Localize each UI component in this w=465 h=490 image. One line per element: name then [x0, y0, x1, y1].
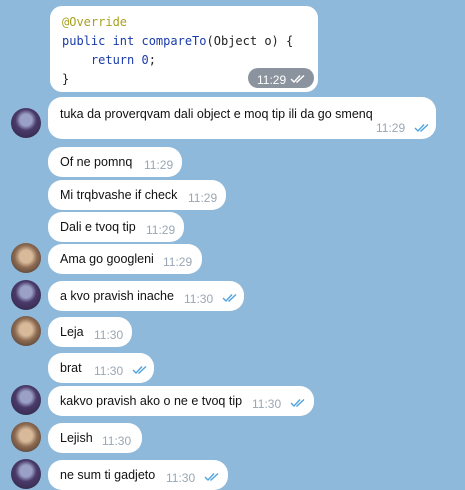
- message-timestamp: 11:29: [248, 68, 314, 88]
- avatar[interactable]: [11, 280, 41, 310]
- chat-message[interactable]: Ama go googleni 11:29: [48, 244, 202, 274]
- chat-message[interactable]: Dali e tvoq tip 11:29: [48, 212, 184, 242]
- chat-message[interactable]: Of ne pomnq 11:29: [48, 147, 182, 177]
- code-line-2: public int compareTo(Object o) {: [62, 34, 294, 48]
- avatar[interactable]: [11, 316, 41, 346]
- chat-message[interactable]: kakvo pravish ako o ne e tvoq tip 11:30: [48, 386, 314, 416]
- chat-message[interactable]: ne sum ti gadjeto 11:30: [48, 460, 228, 490]
- avatar[interactable]: [11, 459, 41, 489]
- chat-message[interactable]: Leja 11:30: [48, 317, 132, 347]
- read-checkmarks-icon: [290, 398, 305, 408]
- chat-message[interactable]: tuka da proverqvam dali object e moq tip…: [48, 97, 436, 139]
- read-checkmarks-icon: [290, 74, 305, 84]
- avatar[interactable]: [11, 108, 41, 138]
- code-message-bubble[interactable]: @Override public int compareTo(Object o)…: [50, 6, 318, 92]
- code-line-1: @Override: [62, 15, 128, 29]
- chat-message[interactable]: Lejish 11:30: [48, 423, 142, 453]
- read-checkmarks-icon: [414, 123, 429, 133]
- read-checkmarks-icon: [132, 365, 147, 375]
- avatar[interactable]: [11, 385, 41, 415]
- chat-message[interactable]: Mi trqbvashe if check 11:29: [48, 180, 226, 210]
- read-checkmarks-icon: [204, 472, 219, 482]
- read-checkmarks-icon: [222, 293, 237, 303]
- chat-message[interactable]: a kvo pravish inache 11:30: [48, 281, 244, 311]
- avatar[interactable]: [11, 243, 41, 273]
- chat-message[interactable]: brat 11:30: [48, 353, 154, 383]
- avatar[interactable]: [11, 422, 41, 452]
